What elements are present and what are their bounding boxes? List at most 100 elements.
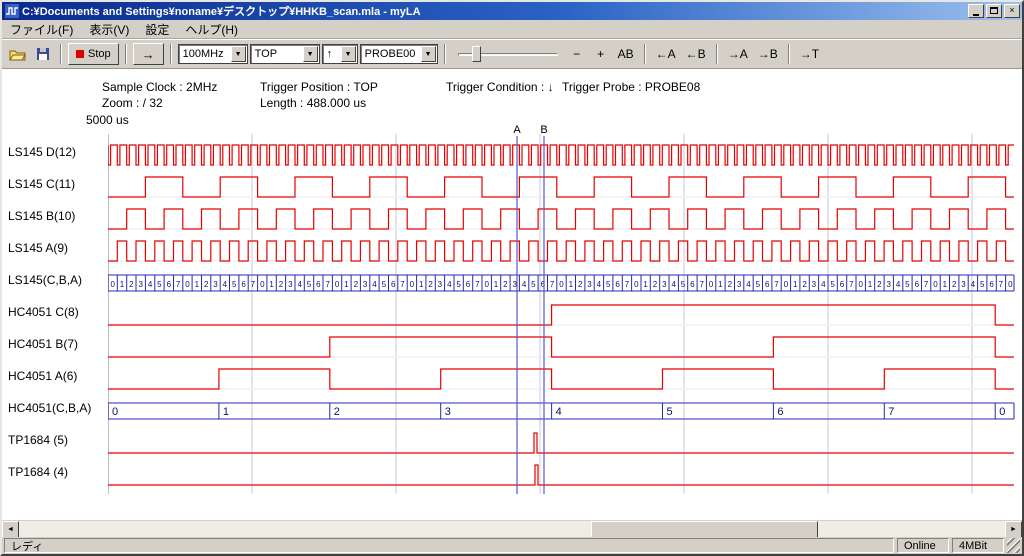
stop-button[interactable]: Stop: [68, 43, 119, 65]
zoom-slider[interactable]: [456, 43, 560, 65]
goto-a-button[interactable]: ←A: [652, 45, 680, 63]
bus-value: 6: [167, 280, 172, 289]
bus-value: 2: [354, 280, 359, 289]
toolbar-separator: [716, 44, 718, 64]
bus-value: 2: [877, 280, 882, 289]
bus-value: 4: [447, 280, 452, 289]
chevron-down-icon[interactable]: ▼: [341, 46, 356, 62]
sample-rate-select[interactable]: 100MHz ▼: [178, 44, 248, 64]
bus-value: 2: [728, 280, 733, 289]
stop-label: Stop: [88, 48, 111, 60]
waveform-trace: [108, 433, 1014, 453]
maximize-button[interactable]: [986, 4, 1002, 18]
next-b-button[interactable]: →B: [754, 45, 782, 63]
trigger-probe-info: Trigger Probe : PROBE08: [562, 80, 700, 94]
bus-value: 2: [503, 280, 508, 289]
sample-clock-info: Sample Clock : 2MHz: [102, 80, 217, 94]
scroll-left-button[interactable]: ◄: [2, 521, 19, 538]
bus-value: 3: [438, 280, 443, 289]
bus-value: 1: [223, 406, 229, 418]
run-button[interactable]: →: [133, 43, 164, 65]
bus-value: 7: [699, 280, 704, 289]
app-window: C:¥Documents and Settings¥noname¥デスクトップ¥…: [0, 0, 1024, 556]
scroll-track[interactable]: [19, 521, 1005, 537]
stop-icon: [76, 50, 84, 58]
open-file-button[interactable]: [6, 43, 29, 65]
bus-value: 6: [840, 280, 845, 289]
bus-value: 0: [110, 280, 115, 289]
bus-value: 4: [896, 280, 901, 289]
waveform-trace: [108, 145, 1014, 165]
trigger-condition-info: Trigger Condition : ↓: [446, 80, 554, 94]
bus-value: 0: [858, 280, 863, 289]
menu-file[interactable]: ファイル(F): [2, 19, 81, 40]
bus-value: 4: [372, 280, 377, 289]
chevron-down-icon[interactable]: ▼: [421, 46, 436, 62]
ab-button[interactable]: AB: [614, 45, 638, 63]
channel-label: LS145 B(10): [8, 209, 75, 223]
horizontal-scrollbar[interactable]: ◄ ►: [2, 520, 1022, 537]
waveform-svg[interactable]: 0123456701234567012345670123456701234567…: [108, 124, 1016, 496]
bus-value: 0: [559, 280, 564, 289]
trigger-position-select[interactable]: TOP ▼: [250, 44, 320, 64]
bus-value: 1: [793, 280, 798, 289]
resize-grip[interactable]: [1007, 538, 1020, 553]
bus-value: 7: [251, 280, 256, 289]
chevron-down-icon[interactable]: ▼: [303, 46, 318, 62]
bus-value: 1: [195, 280, 200, 289]
length-info: Length : 488.000 us: [260, 96, 366, 110]
waveform-trace: [108, 305, 1014, 325]
slider-thumb[interactable]: [472, 46, 481, 62]
maximize-icon: [990, 7, 998, 14]
chevron-down-icon[interactable]: ▼: [231, 46, 246, 62]
minimize-button[interactable]: [968, 4, 984, 18]
bus-value: 2: [578, 280, 583, 289]
channel-label: TP1684 (4): [8, 465, 68, 479]
close-button[interactable]: ×: [1004, 4, 1020, 18]
toolbar: Stop → 100MHz ▼ TOP ▼ ↑ ▼ PROBE00 ▼ − + …: [2, 39, 1022, 69]
bus-value: 0: [185, 280, 190, 289]
waveform-panel: Sample Clock : 2MHz Trigger Position : T…: [2, 69, 1022, 520]
toolbar-separator: [60, 44, 62, 64]
goto-trigger-button[interactable]: →T: [796, 45, 823, 63]
bus-value: 7: [325, 280, 330, 289]
status-online: Online: [897, 538, 949, 553]
scroll-right-button[interactable]: ►: [1005, 521, 1022, 538]
zoom-out-button[interactable]: −: [566, 45, 588, 63]
channel-label: LS145 C(11): [8, 177, 75, 191]
bus-value: 5: [681, 280, 686, 289]
bus-value: 4: [671, 280, 676, 289]
bus-value: 5: [531, 280, 536, 289]
bus-value: 3: [662, 280, 667, 289]
goto-b-button[interactable]: ←B: [682, 45, 710, 63]
trigger-edge-select[interactable]: ↑ ▼: [322, 44, 358, 64]
menu-settings[interactable]: 設定: [137, 19, 177, 40]
menu-view[interactable]: 表示(V): [81, 19, 137, 40]
bus-value: 4: [821, 280, 826, 289]
bus-value: 4: [556, 406, 562, 418]
bus-value: 7: [999, 280, 1004, 289]
toolbar-separator: [644, 44, 646, 64]
scroll-thumb[interactable]: [591, 521, 818, 538]
save-button[interactable]: [31, 43, 54, 65]
cursor-label-a: A: [513, 124, 521, 136]
bus-value: 5: [830, 280, 835, 289]
sample-rate-value: 100MHz: [183, 48, 224, 60]
channel-label: HC4051 C(8): [8, 305, 79, 319]
statusbar: レディ Online 4MBit: [2, 537, 1022, 554]
bus-value: 7: [924, 280, 929, 289]
minimize-icon: [973, 14, 979, 16]
probe-select[interactable]: PROBE00 ▼: [360, 44, 438, 64]
app-icon: [5, 4, 19, 18]
titlebar[interactable]: C:¥Documents and Settings¥noname¥デスクトップ¥…: [2, 2, 1022, 20]
channel-label: HC4051(C,B,A): [8, 401, 91, 415]
bus-value: 0: [999, 406, 1005, 418]
bus-value: 3: [812, 280, 817, 289]
zoom-in-button[interactable]: +: [590, 45, 612, 63]
channel-label: HC4051 A(6): [8, 369, 77, 383]
waveform-trace: [108, 369, 1014, 389]
bus-value: 0: [410, 280, 415, 289]
bus-value: 2: [653, 280, 658, 289]
next-a-button[interactable]: →A: [724, 45, 752, 63]
menu-help[interactable]: ヘルプ(H): [177, 19, 246, 40]
